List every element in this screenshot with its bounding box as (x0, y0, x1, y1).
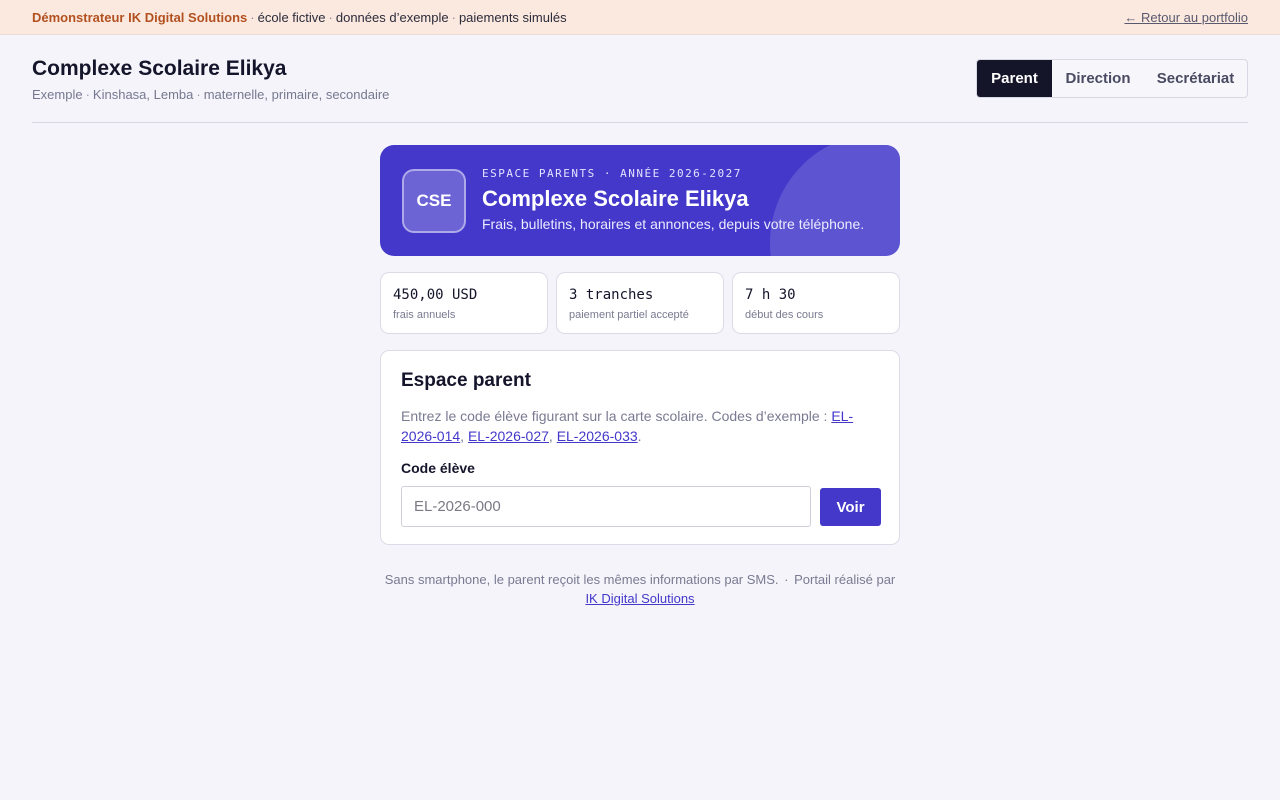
school-hero-card: CSE ESPACE PARENTS · ANNÉE 2026-2027 Com… (380, 145, 900, 256)
back-to-portfolio-link[interactable]: ← Retour au portfolio (1124, 10, 1248, 25)
stat-installments: 3 tranches paiement partiel accepté (556, 272, 724, 334)
stat-label: paiement partiel accepté (569, 309, 689, 321)
demo-brand: Démonstrateur IK Digital Solutions (32, 9, 248, 25)
page-subtitle: Exemple · Kinshasa, Lemba · maternelle, … (32, 87, 389, 102)
stat-value: 450,00 USD (393, 287, 478, 303)
parent-access-card: Espace parent Entrez le code élève figur… (380, 350, 900, 545)
example-code-link-3[interactable]: EL-2026-033 (557, 428, 638, 444)
demo-banner-info: Démonstrateur IK Digital Solutions · éco… (32, 10, 567, 25)
page-title: Complexe Scolaire Elikya (32, 57, 287, 80)
role-switcher: Parent Direction Secrétariat (976, 59, 1248, 98)
tab-direction[interactable]: Direction (1052, 60, 1144, 97)
view-button[interactable]: Voir (820, 488, 881, 526)
example-code-link-2[interactable]: EL-2026-027 (468, 428, 549, 444)
footer-note: Sans smartphone, le parent reçoit les mê… (380, 570, 900, 608)
stat-label: début des cours (745, 309, 824, 321)
demo-tag-simulated-payments: paiements simulés (458, 9, 567, 25)
help-text: Entrez le code élève figurant sur la car… (401, 408, 832, 424)
separator-dot: · (196, 87, 201, 102)
hero-eyebrow: ESPACE PARENTS · ANNÉE 2026-2027 (482, 167, 742, 180)
subtitle-location: Kinshasa, Lemba (92, 87, 194, 102)
credit-prefix: Portail réalisé par (794, 572, 896, 587)
stat-annual-fees: 450,00 USD frais annuels (380, 272, 548, 334)
parent-form-title: Espace parent (401, 370, 531, 391)
hero-title: Complexe Scolaire Elikya (482, 186, 749, 211)
parent-form-help: Entrez le code élève figurant sur la car… (401, 408, 854, 444)
school-logo: CSE (402, 169, 466, 233)
stat-value: 7 h 30 (745, 287, 796, 303)
stat-label: frais annuels (393, 309, 456, 321)
subtitle-example: Exemple (32, 87, 83, 102)
demo-banner: Démonstrateur IK Digital Solutions · éco… (0, 0, 1280, 35)
separator-dot: · (85, 87, 90, 102)
student-code-input[interactable] (401, 486, 811, 527)
demo-tag-fictive: école fictive (257, 9, 326, 25)
sms-note: Sans smartphone, le parent reçoit les mê… (384, 572, 779, 587)
ik-digital-link[interactable]: IK Digital Solutions (585, 591, 694, 606)
stat-class-start: 7 h 30 début des cours (732, 272, 900, 334)
demo-tag-sample-data: données d’exemple (335, 9, 449, 25)
tab-parent[interactable]: Parent (977, 60, 1052, 97)
stat-value: 3 tranches (569, 287, 654, 303)
subtitle-levels: maternelle, primaire, secondaire (203, 87, 390, 102)
hero-decor-circle (770, 145, 900, 256)
help-suffix: . (637, 428, 642, 444)
separator-dot: · (451, 9, 456, 25)
separator-dot: · (328, 9, 333, 25)
separator-dot: · (780, 572, 793, 587)
hero-description: Frais, bulletins, horaires et annonces, … (482, 216, 865, 232)
tab-secretariat[interactable]: Secrétariat (1144, 60, 1247, 97)
separator-dot: · (250, 9, 255, 25)
student-code-label: Code élève (401, 460, 475, 476)
header-divider (32, 122, 1248, 123)
